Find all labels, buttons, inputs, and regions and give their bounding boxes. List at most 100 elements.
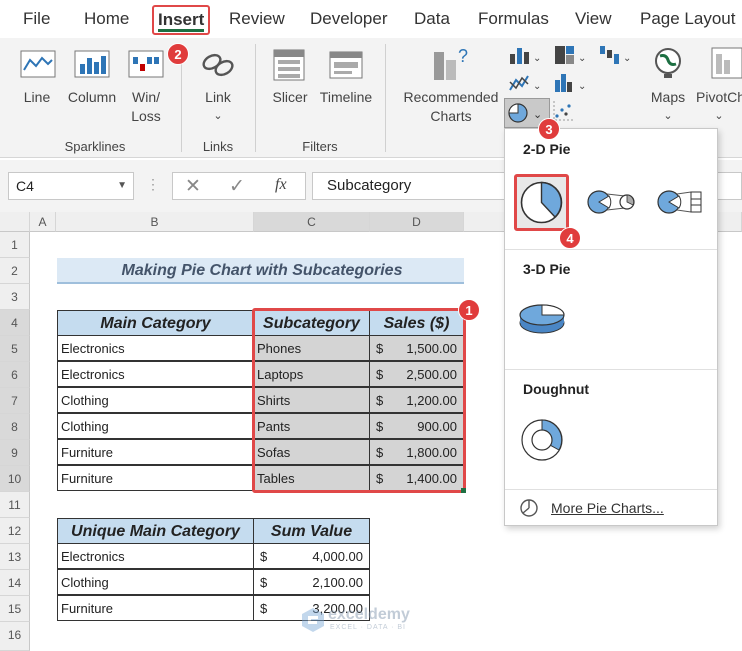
- table1-main-cell[interactable]: Clothing: [57, 387, 254, 413]
- column-header-d[interactable]: D: [370, 212, 464, 232]
- slicer-button-label[interactable]: Slicer: [268, 88, 312, 107]
- table2-main-cell[interactable]: Electronics: [57, 543, 254, 569]
- pie-3d-option[interactable]: [517, 299, 567, 344]
- step-badge-1: 1: [458, 299, 480, 321]
- row-header[interactable]: 5: [0, 336, 30, 362]
- slicer-icon[interactable]: [272, 48, 308, 87]
- insert-function-icon[interactable]: fx: [275, 176, 287, 194]
- pivotchart-icon[interactable]: [710, 46, 742, 85]
- menu-developer[interactable]: Developer: [310, 6, 388, 32]
- name-box-dropdown-icon[interactable]: ▼: [117, 173, 127, 199]
- table2-header-sum[interactable]: Sum Value: [253, 518, 370, 544]
- svg-text:?: ?: [458, 46, 468, 66]
- select-all-corner[interactable]: [0, 212, 30, 232]
- row-header[interactable]: 16: [0, 622, 30, 651]
- svg-text:⌄: ⌄: [533, 53, 541, 64]
- table2-header-main[interactable]: Unique Main Category: [57, 518, 254, 544]
- timeline-button-label[interactable]: Timeline: [316, 88, 376, 107]
- row-header[interactable]: 8: [0, 414, 30, 440]
- maps-button-label[interactable]: Maps: [644, 88, 692, 107]
- row-header[interactable]: 15: [0, 596, 30, 622]
- svg-text:⌄: ⌄: [533, 81, 541, 92]
- menu-file[interactable]: File: [23, 6, 50, 32]
- svg-text:⌄: ⌄: [533, 109, 542, 121]
- maps-globe-icon[interactable]: [652, 46, 684, 85]
- menu-data[interactable]: Data: [414, 6, 450, 32]
- table2-main-cell[interactable]: Clothing: [57, 569, 254, 595]
- pivotchart-button-label[interactable]: PivotCh: [696, 88, 742, 107]
- recommended-charts-icon[interactable]: ?: [430, 44, 474, 89]
- table1-header-main[interactable]: Main Category: [57, 310, 254, 336]
- cancel-icon[interactable]: ✕: [185, 175, 201, 198]
- column-button-label[interactable]: Column: [64, 88, 120, 107]
- more-pie-charts-label: More Pie Charts...: [551, 500, 664, 516]
- line-button-label[interactable]: Line: [14, 88, 60, 107]
- recommended-label-1: Recommended: [403, 89, 499, 105]
- recommended-charts-label[interactable]: Recommended Charts: [396, 88, 506, 126]
- row-header[interactable]: 12: [0, 518, 30, 544]
- menu-insert[interactable]: Insert: [152, 5, 211, 35]
- currency-symbol: $: [260, 575, 268, 590]
- table2-main-cell[interactable]: Furniture: [57, 595, 254, 621]
- pivotchart-chevron-icon[interactable]: ⌄: [696, 107, 742, 126]
- table1-main-cell[interactable]: Electronics: [57, 335, 254, 361]
- selection-highlight: [252, 308, 466, 493]
- column-header-b[interactable]: B: [56, 212, 254, 232]
- table1-main-cell[interactable]: Furniture: [57, 465, 254, 491]
- maps-chevron-icon[interactable]: ⌄: [644, 107, 692, 126]
- link-icon[interactable]: [200, 50, 236, 85]
- table1-main-cell[interactable]: Clothing: [57, 413, 254, 439]
- more-pie-charts-link[interactable]: More Pie Charts...: [519, 497, 709, 521]
- menu-formulas[interactable]: Formulas: [478, 6, 549, 32]
- menu-page-layout[interactable]: Page Layout: [640, 6, 735, 32]
- sheet-title[interactable]: Making Pie Chart with Subcategories: [57, 258, 464, 284]
- currency-symbol: $: [260, 601, 268, 616]
- line-sparkline-icon[interactable]: [20, 50, 56, 83]
- filters-group-label: Filters: [302, 139, 338, 154]
- row-header[interactable]: 2: [0, 258, 30, 284]
- column-header-c[interactable]: C: [254, 212, 370, 232]
- doughnut-option[interactable]: [519, 417, 565, 468]
- waterfall-chart-icon[interactable]: ⌄: [598, 44, 632, 71]
- row-header[interactable]: 4: [0, 310, 30, 336]
- hierarchy-chart-icon[interactable]: ⌄: [553, 44, 587, 71]
- menu-insert-label: Insert: [158, 10, 205, 29]
- table2-sum-cell[interactable]: $2,100.00: [253, 569, 370, 595]
- link-button-label[interactable]: Link: [196, 88, 240, 107]
- column-sparkline-icon[interactable]: [74, 50, 110, 83]
- menu-review[interactable]: Review: [229, 6, 285, 32]
- drag-handle-icon[interactable]: ⋮: [146, 176, 160, 193]
- row-header[interactable]: 3: [0, 284, 30, 310]
- name-box[interactable]: C4 ▼: [8, 172, 134, 200]
- link-chevron-icon[interactable]: ⌄: [196, 107, 240, 126]
- line-chart-icon[interactable]: ⌄: [508, 72, 542, 99]
- menu-view[interactable]: View: [575, 6, 612, 32]
- pie-2d-option[interactable]: [514, 174, 569, 231]
- row-header[interactable]: 6: [0, 362, 30, 388]
- bar-of-pie-option[interactable]: [657, 187, 707, 222]
- timeline-icon[interactable]: [328, 50, 364, 85]
- row-header[interactable]: 11: [0, 492, 30, 518]
- column-chart-icon[interactable]: ⌄: [508, 44, 542, 71]
- row-header[interactable]: 14: [0, 570, 30, 596]
- enter-check-icon[interactable]: ✓: [229, 175, 245, 198]
- row-header[interactable]: 10: [0, 466, 30, 492]
- statistic-chart-icon[interactable]: ⌄: [553, 72, 587, 99]
- row-header[interactable]: 13: [0, 544, 30, 570]
- winloss-button-label[interactable]: Win/ Loss: [124, 88, 168, 126]
- name-box-value: C4: [16, 178, 34, 194]
- table2-sum-cell[interactable]: $4,000.00: [253, 543, 370, 569]
- menu-home[interactable]: Home: [84, 6, 129, 32]
- row-header[interactable]: 9: [0, 440, 30, 466]
- row-header[interactable]: 7: [0, 388, 30, 414]
- sparklines-group-label: Sparklines: [64, 139, 126, 154]
- watermark-tagline: EXCEL · DATA · BI: [330, 624, 406, 631]
- fill-handle[interactable]: [461, 488, 466, 493]
- table1-main-cell[interactable]: Electronics: [57, 361, 254, 387]
- pie-of-pie-option[interactable]: [587, 187, 637, 222]
- links-group-label: Links: [202, 139, 234, 154]
- table1-main-cell[interactable]: Furniture: [57, 439, 254, 465]
- column-header-a[interactable]: A: [30, 212, 56, 232]
- winloss-sparkline-icon[interactable]: [128, 50, 164, 83]
- row-header[interactable]: 1: [0, 232, 30, 258]
